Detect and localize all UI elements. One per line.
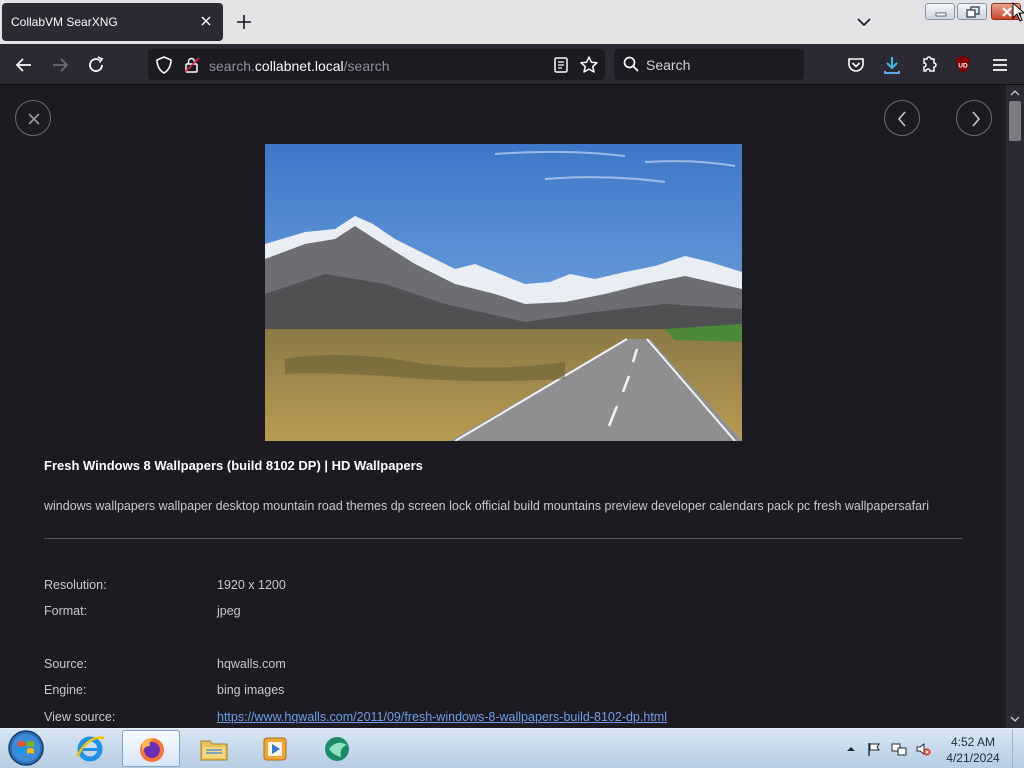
taskbar-firefox[interactable] (122, 730, 180, 767)
chevron-right-icon (972, 111, 981, 127)
show-hidden-icons-icon[interactable] (843, 741, 859, 757)
clock-date: 4/21/2024 (946, 751, 1000, 765)
divider (44, 538, 963, 539)
detail-value-engine: bing images (217, 683, 285, 697)
chevron-down-icon[interactable] (853, 12, 875, 32)
firefox-icon (140, 738, 164, 762)
forward-arrow-icon[interactable] (48, 53, 72, 77)
svg-text:UD: UD (958, 63, 968, 70)
detail-value-format: jpeg (217, 604, 241, 618)
minimize-button[interactable] (925, 3, 955, 20)
mouse-cursor-icon (1012, 2, 1024, 22)
tab-strip: CollabVM SearXNG (0, 0, 1024, 44)
app-icon (325, 737, 349, 761)
url-bar[interactable]: search.collabnet.local/search (148, 49, 605, 80)
insecure-lock-icon[interactable] (184, 56, 200, 74)
clock-time: 4:52 AM (950, 735, 996, 749)
navigation-toolbar: search.collabnet.local/search Search UD (0, 44, 1024, 85)
url-path: /search (343, 58, 390, 74)
detail-value-source: hqwalls.com (217, 657, 286, 671)
view-source-link[interactable]: https://www.hqwalls.com/2011/09/fresh-wi… (217, 710, 667, 724)
url-prefix: search. (209, 58, 255, 74)
restore-button[interactable] (957, 3, 987, 20)
start-button[interactable] (4, 729, 48, 768)
taskbar-media-player[interactable] (246, 730, 304, 767)
scroll-up-icon[interactable] (1010, 89, 1020, 97)
scroll-down-icon[interactable] (1010, 715, 1020, 723)
media-player-icon (263, 737, 287, 761)
search-input[interactable]: Search (646, 57, 690, 73)
minimize-icon (935, 12, 947, 17)
page-content: Fresh Windows 8 Wallpapers (build 8102 D… (0, 85, 1006, 728)
network-icon[interactable] (891, 741, 907, 757)
search-icon (623, 56, 639, 72)
chevron-left-icon (897, 111, 906, 127)
tab-title: CollabVM SearXNG (11, 15, 118, 29)
show-desktop-button[interactable] (1012, 729, 1024, 768)
result-image[interactable] (265, 144, 742, 441)
search-bar[interactable]: Search (614, 49, 804, 80)
hamburger-menu-icon[interactable] (988, 53, 1012, 77)
taskbar-app[interactable] (308, 730, 366, 767)
file-explorer-icon (200, 740, 228, 761)
bookmark-star-icon[interactable] (579, 55, 599, 75)
detail-label-format: Format: (44, 604, 88, 618)
detail-label-engine: Engine: (44, 683, 87, 697)
taskbar-file-explorer[interactable] (185, 730, 243, 767)
result-tags: windows wallpapers wallpaper desktop mou… (44, 499, 929, 513)
reader-view-icon[interactable] (552, 56, 570, 74)
next-image-button[interactable] (956, 100, 992, 136)
shield-icon[interactable] (155, 55, 173, 75)
url-text[interactable]: search.collabnet.local/search (209, 58, 390, 74)
ublock-origin-icon[interactable]: UD (951, 53, 975, 77)
close-tab-icon[interactable] (197, 12, 215, 30)
volume-muted-icon[interactable] (915, 741, 931, 757)
close-icon (28, 113, 40, 125)
taskbar-internet-explorer[interactable] (61, 730, 119, 767)
windows-taskbar: 4:52 AM 4/21/2024 (0, 728, 1024, 768)
detail-value-resolution: 1920 x 1200 (217, 578, 286, 592)
back-arrow-icon[interactable] (12, 53, 36, 77)
restore-icon (966, 6, 980, 18)
scrollbar-thumb[interactable] (1009, 101, 1021, 141)
reload-icon[interactable] (84, 53, 108, 77)
detail-label-resolution: Resolution: (44, 578, 107, 592)
internet-explorer-icon (75, 736, 105, 762)
action-center-flag-icon[interactable] (866, 741, 882, 757)
new-tab-icon[interactable] (233, 11, 255, 33)
url-domain: collabnet.local (254, 58, 344, 74)
detail-label-view-source: View source: (44, 710, 116, 724)
downloads-icon[interactable] (880, 53, 904, 77)
result-title: Fresh Windows 8 Wallpapers (build 8102 D… (44, 458, 423, 473)
detail-label-source: Source: (44, 657, 88, 671)
page-scrollbar[interactable] (1006, 85, 1024, 728)
tab-active[interactable]: CollabVM SearXNG (2, 3, 223, 41)
extensions-puzzle-icon[interactable] (917, 53, 941, 77)
close-detail-button[interactable] (15, 100, 51, 136)
pocket-icon[interactable] (844, 53, 868, 77)
system-clock[interactable]: 4:52 AM 4/21/2024 (940, 734, 1006, 766)
previous-image-button[interactable] (884, 100, 920, 136)
